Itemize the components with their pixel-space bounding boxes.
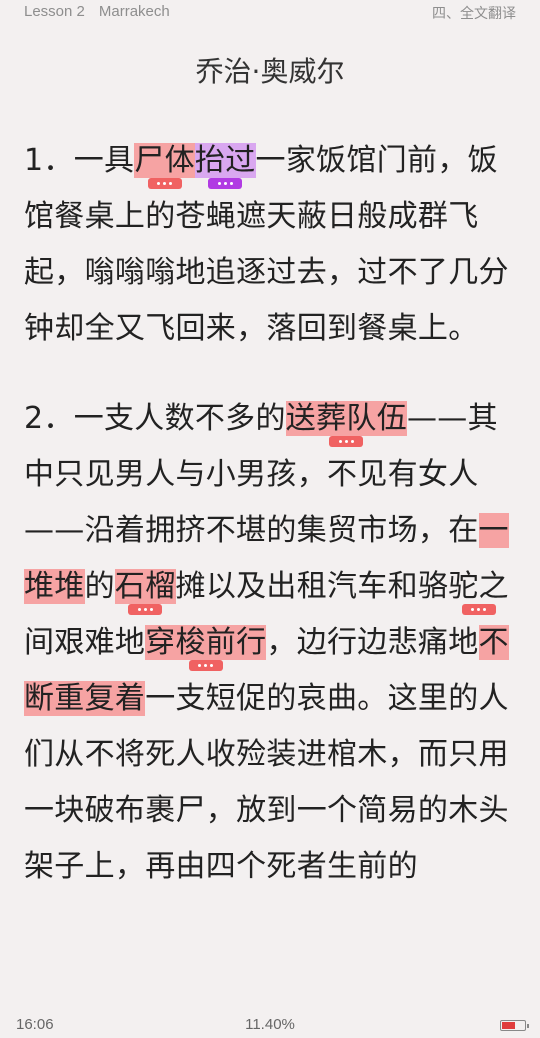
paragraph-1[interactable]: 1．一具尸体 抬过 一家饭馆门前，饭馆餐桌上的苍蝇遮天蔽日般成群飞起，嗡嗡嗡地追逐过…: [24, 133, 516, 357]
bottom-status-bar: 16:06 11.40%: [0, 1008, 540, 1038]
page-title: 乔治·奥威尔: [195, 55, 345, 88]
highlight-text: 抬过: [194, 143, 256, 178]
highlight-annotation-purple[interactable]: 抬过: [194, 143, 256, 189]
section-label: 四、全文翻译: [432, 6, 516, 22]
highlight-text: 尸体: [134, 143, 195, 178]
highlight-annotation[interactable]: 穿梭前行: [145, 625, 267, 671]
paragraph-2[interactable]: 2．一支人数不多的送葬队伍 ——其中只见男人与小男孩，不见有女人——沿着拥挤不堪的…: [24, 391, 516, 895]
paragraph-number: 2．: [24, 401, 74, 436]
note-marker-icon[interactable]: [128, 604, 163, 615]
lesson-label: Lesson 2: [24, 3, 85, 20]
highlight-annotation[interactable]: 尸体: [134, 143, 195, 189]
lesson-place: Marrakech: [98, 3, 170, 20]
note-marker-icon[interactable]: [208, 178, 243, 189]
note-marker-icon[interactable]: [329, 436, 364, 447]
note-marker-icon[interactable]: [461, 604, 496, 615]
reading-progress: 11.40%: [245, 1016, 295, 1033]
text-segment: 一支人数不多的: [73, 401, 286, 436]
paragraph-number: 1．: [24, 143, 74, 178]
note-marker-icon[interactable]: [147, 178, 182, 189]
battery-level: [502, 1022, 515, 1029]
highlight-annotation[interactable]: 送葬队伍: [285, 401, 407, 447]
text-segment: ，边行边悲痛地: [266, 625, 479, 660]
highlight-text: 石榴: [114, 569, 176, 604]
highlight-annotation[interactable]: 石榴: [114, 569, 176, 615]
highlight-text: 穿梭前行: [145, 625, 267, 660]
lesson-breadcrumb: Lesson 2 Marrakech: [24, 3, 170, 20]
note-marker-icon[interactable]: [188, 660, 223, 671]
battery-icon: [500, 1020, 529, 1031]
top-status-bar: Lesson 2 Marrakech 四、全文翻译: [0, 0, 540, 24]
reading-content[interactable]: 1．一具尸体 抬过 一家饭馆门前，饭馆餐桌上的苍蝇遮天蔽日般成群飞起，嗡嗡嗡地追逐过…: [24, 133, 516, 895]
highlight-text: 送葬队伍: [285, 401, 407, 436]
text-segment: 的: [84, 569, 115, 604]
text-segment: 一具: [73, 143, 135, 178]
